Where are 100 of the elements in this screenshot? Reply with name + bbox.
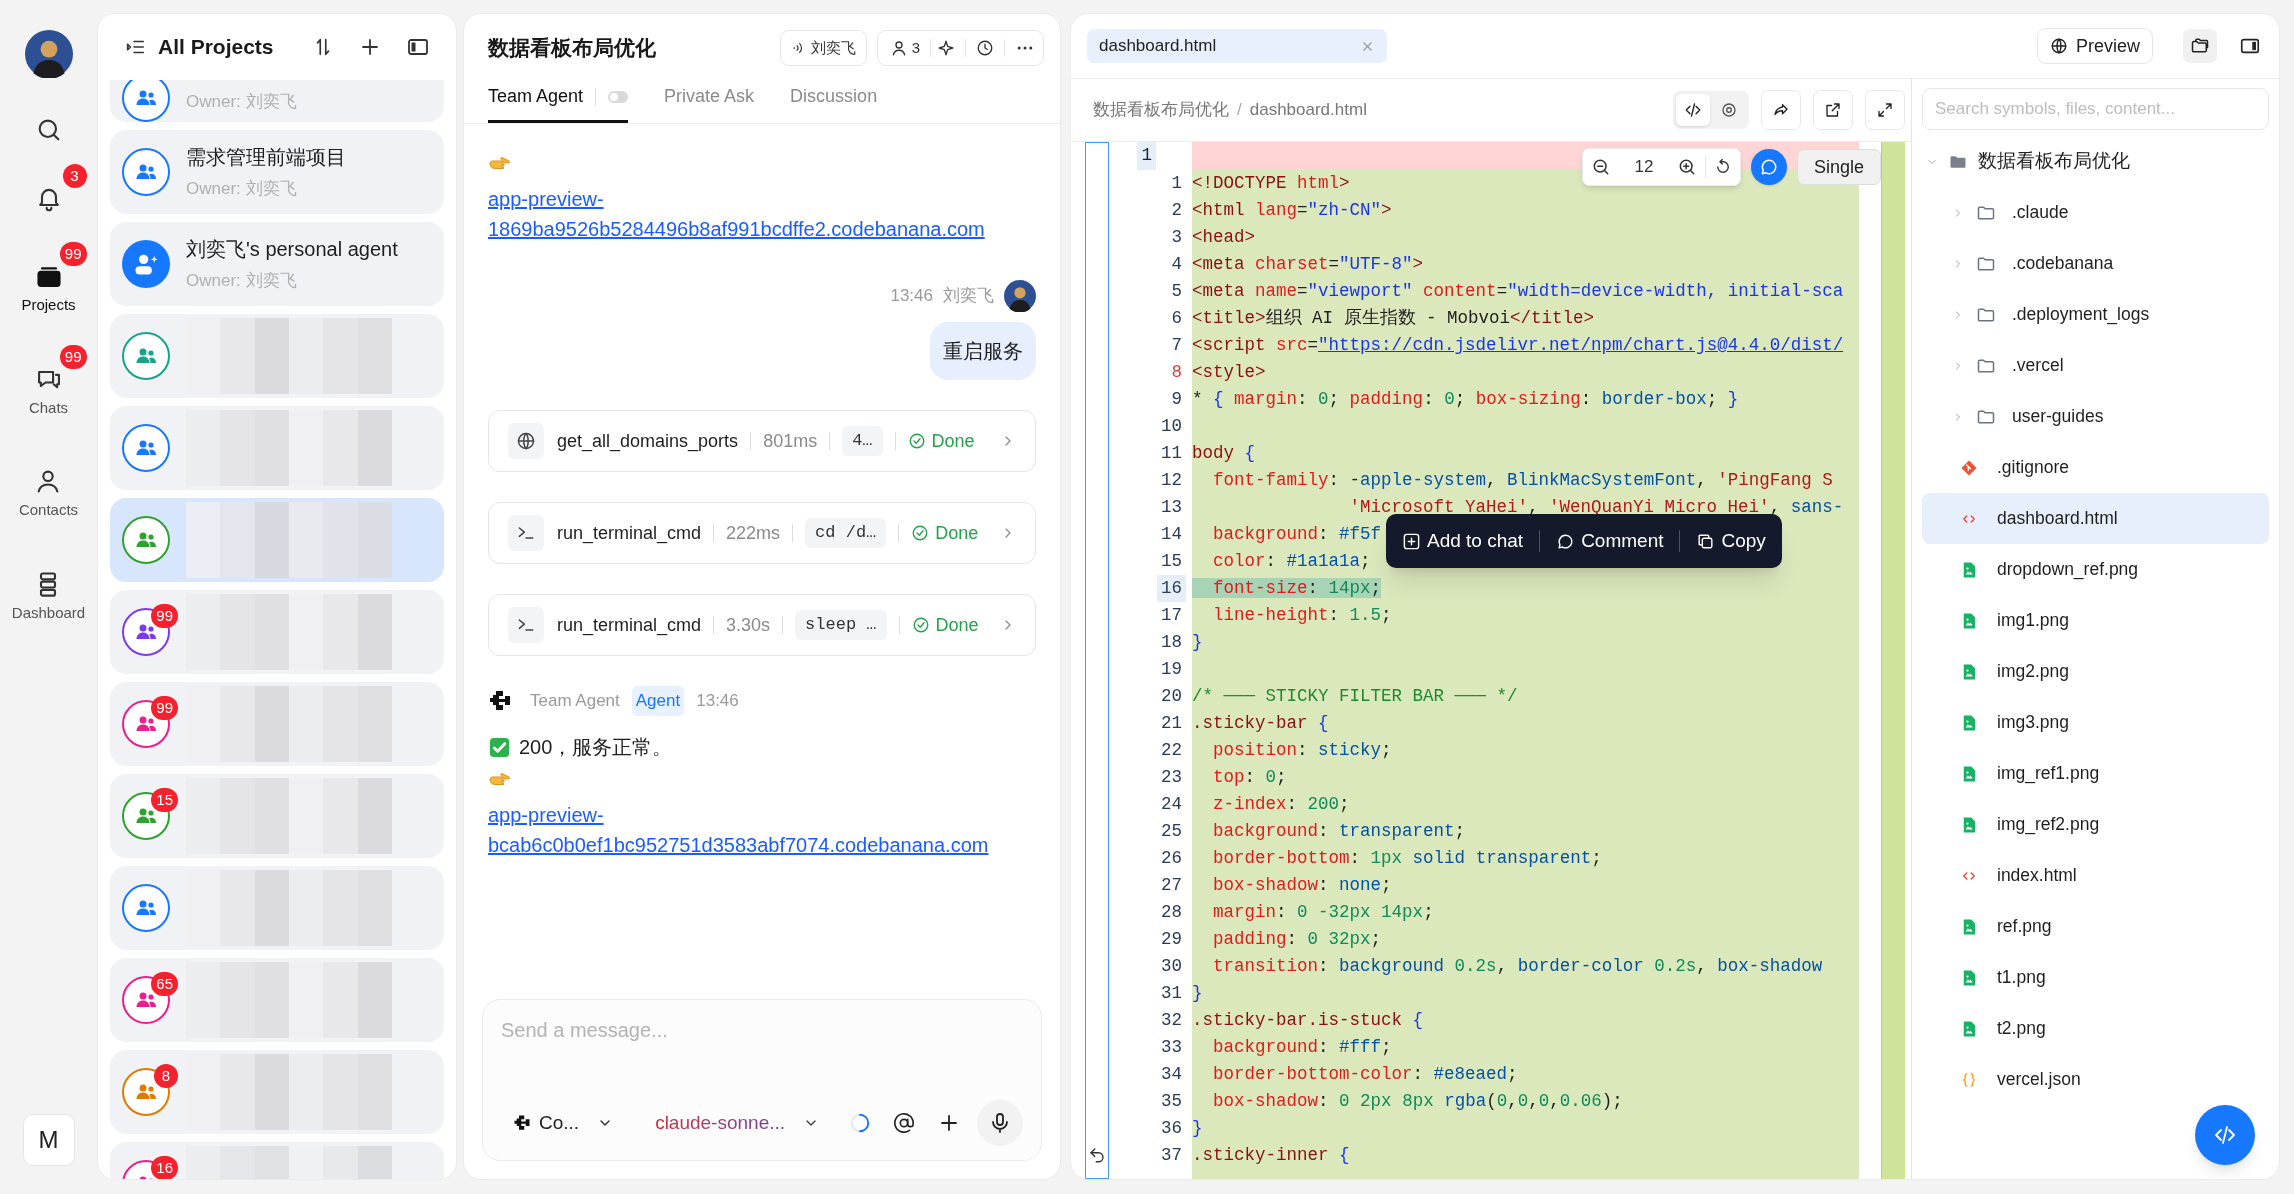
tree-item[interactable]: .vercel [1922,340,2269,391]
panel-title: All Projects [158,34,274,61]
tree-item[interactable]: user-guides [1922,391,2269,442]
file-tab[interactable]: dashboard.html [1087,29,1387,63]
project-item[interactable]: 65 [110,958,444,1042]
tree-item[interactable]: 数据看板布局优化 [1922,136,2269,187]
speaker-button[interactable]: 刘奕飞 [779,30,867,66]
tool-call-card[interactable]: get_all_domains_ports 801ms 4… Done [488,410,1036,472]
check-circle-icon [911,524,930,542]
code-line: <style> [1192,362,1266,382]
line-number: 5 [1170,280,1183,303]
tree-item[interactable]: index.html [1922,850,2269,901]
mention-icon[interactable] [893,1112,915,1134]
message-author: Team Agent [530,690,620,713]
line-number: 9 [1170,388,1183,411]
tree-item[interactable]: img2.png [1922,646,2269,697]
tree-item[interactable]: img3.png [1922,697,2269,748]
line-number: 23 [1160,766,1183,789]
tree-item[interactable]: t2.png [1922,1003,2269,1054]
tool-call-card[interactable]: run_terminal_cmd 222ms cd /d… Done [488,502,1036,564]
breadcrumb-item[interactable]: 数据看板布局优化 [1093,97,1229,123]
code-line: font-family: -apple-system, BlinkMacSystemFont, 'PingFang S [1212,470,1833,490]
nav-label[interactable]: Dashboard [11,601,86,624]
search-field[interactable]: Search symbols, files, content... [1922,88,2269,130]
nav-label[interactable]: Contacts [18,499,79,522]
tree-item[interactable]: img_ref2.png [1922,799,2269,850]
tree-item[interactable]: vercel.json [1922,1054,2269,1105]
chat-tab[interactable]: Team Agent [488,83,584,110]
code-line: top: 0; [1212,767,1287,787]
line-number: 26 [1160,847,1183,870]
tree-item[interactable]: img1.png [1922,595,2269,646]
project-item[interactable]: 15 [110,774,444,858]
line-number: 4 [1170,253,1183,276]
tree-item[interactable]: img_ref1.png [1922,748,2269,799]
code-line: background: #fff; [1212,1037,1392,1057]
tool-call-card[interactable]: run_terminal_cmd 3.30s sleep … Done [488,594,1036,656]
tree-item[interactable]: dropdown_ref.png [1922,544,2269,595]
count-badge: 65 [151,972,178,996]
user-initial-button[interactable]: M [22,1114,75,1166]
line-number: 31 [1160,982,1183,1005]
tool-name: run_terminal_cmd [557,521,702,546]
chat-tab[interactable]: Private Ask [664,83,755,110]
nav-label[interactable]: Chats [28,396,69,419]
tree-item[interactable]: .codebanana [1922,238,2269,289]
menu-action[interactable]: Copy [1692,526,1770,556]
breadcrumb-separator: / [1237,99,1242,122]
undo-icon[interactable] [1088,1146,1106,1164]
line-number: 13 [1160,496,1183,519]
braces-icon [1960,1070,1978,1089]
nav-label[interactable]: Projects [21,294,76,317]
count-badge: 99 [151,604,178,628]
toggle-switch[interactable] [608,90,629,103]
message-input[interactable]: Send a message... [501,1014,1023,1046]
tree-item[interactable]: .gitignore [1922,442,2269,493]
preview-link[interactable]: app-preview-bcab6c0b0ef1bc952751d3583abf7074.codebanana.com [488,800,1036,860]
expand-button[interactable] [1865,90,1905,130]
microphone-button[interactable] [977,1100,1023,1146]
external-button[interactable] [1813,90,1853,130]
line-number: 37 [1160,1144,1183,1167]
layout-button[interactable]: Single [1796,149,1881,185]
code-line: z-index: 200; [1212,794,1350,814]
project-item[interactable]: 需求管理前端项目 Owner: 刘奕飞 [110,130,444,214]
tree-item[interactable]: ref.png [1922,901,2269,952]
tree-item[interactable]: t1.png [1922,952,2269,1003]
sparkle-icon[interactable] [937,39,955,57]
chat-tab[interactable]: Discussion [790,83,878,110]
members-button[interactable]: 3 [885,36,924,60]
code-line: <html lang="zh-CN"> [1192,200,1392,220]
preview-link[interactable]: app-preview-1869ba9526b5284496b8af991bcdffe2.codebanana.com [488,184,1036,244]
menu-action[interactable]: Comment [1552,526,1668,556]
tree-item[interactable]: dashboard.html [1922,493,2269,544]
code-line: .sticky-inner { [1192,1145,1350,1165]
tree-item[interactable]: .deployment_logs [1922,289,2269,340]
code-line: <!DOCTYPE html> [1192,173,1350,193]
history-icon[interactable] [976,39,994,57]
project-item[interactable]: 99 [110,682,444,766]
user-avatar[interactable] [24,30,73,78]
project-name: 刘奕飞's personal agent [186,237,398,263]
share-button[interactable] [1761,90,1801,130]
user-avatar[interactable] [1004,280,1036,312]
project-owner: Owner: 刘奕飞 [186,90,297,113]
preview-button[interactable]: Preview [2036,28,2153,64]
project-item[interactable]: 16 [110,1142,444,1179]
view-mode-button[interactable] [1676,94,1710,126]
check-circle-icon [907,432,926,450]
project-item[interactable]: 8 [110,1050,444,1134]
project-owner: Owner: 刘奕飞 [186,270,298,293]
agent-selector[interactable]: Co... [513,1108,614,1138]
project-item[interactable]: 刘奕飞's personal agent Owner: 刘奕飞 [110,222,444,306]
project-item[interactable]: 99 [110,590,444,674]
external-link-icon [1824,101,1842,119]
line-number: 7 [1170,334,1183,357]
tool-name: run_terminal_cmd [557,613,702,638]
tree-item[interactable]: .claude [1922,187,2269,238]
code-fab[interactable] [2195,1105,2255,1165]
line-number: 14 [1160,523,1183,546]
menu-action[interactable]: Add to chat [1398,526,1528,556]
files-toggle-button[interactable] [2183,29,2217,63]
breadcrumb-item[interactable]: dashboard.html [1249,97,1367,123]
code-line: * { margin: 0; padding: 0; box-sizing: border-box; } [1192,389,1739,409]
